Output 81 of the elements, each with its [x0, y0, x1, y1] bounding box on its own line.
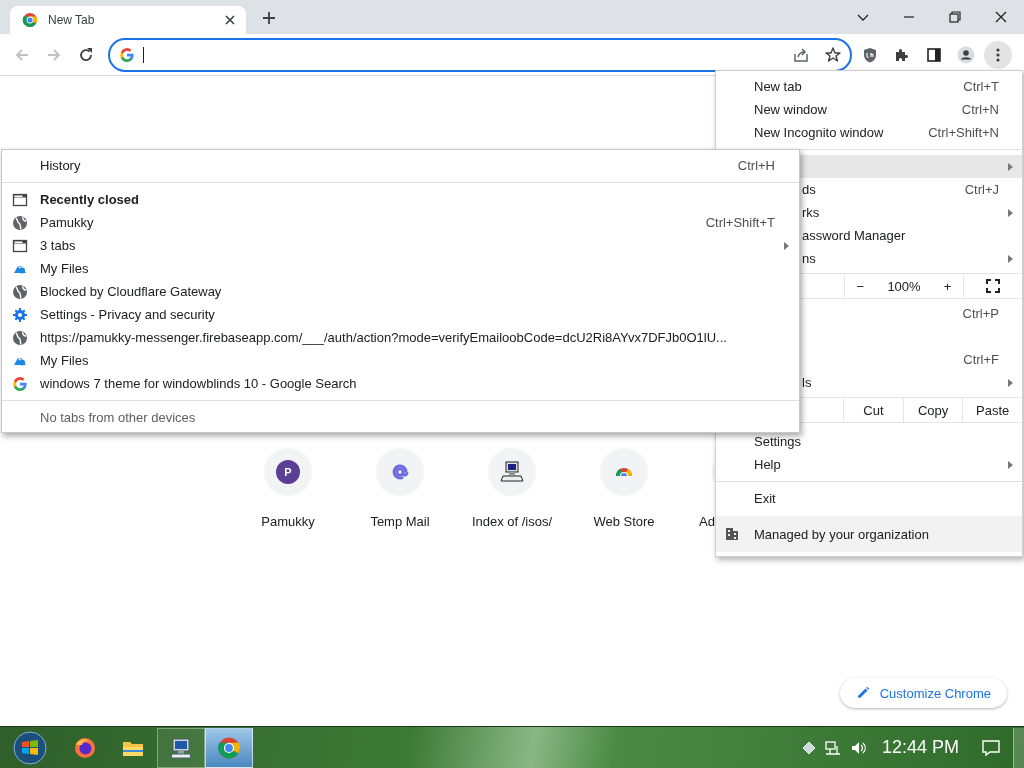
show-desktop-button[interactable]	[1013, 727, 1024, 768]
shortcut-title[interactable]: Temp Mail	[370, 514, 430, 529]
firefox-icon	[73, 735, 97, 760]
zoom-level: 100%	[886, 278, 922, 294]
shortcut-title[interactable]: Index of /isos/	[471, 514, 553, 529]
shortcut-title[interactable]: Ad	[699, 514, 715, 529]
history-entry[interactable]: Blocked by Cloudflare Gateway	[2, 280, 799, 303]
menu-item-label[interactable]: History	[40, 158, 81, 173]
menu-icon	[996, 47, 1000, 62]
paste-button[interactable]: Paste	[962, 398, 1022, 422]
menu-item-label[interactable]: New Incognito window	[754, 125, 884, 140]
history-entry[interactable]: https://pamukky-messenger.firebaseapp.com/___/auth/action?mode=verifyEmailoobCode=dcU2Ri8AYvx7DFJb0O1lU...	[2, 326, 799, 349]
gear-icon	[12, 306, 28, 323]
taskbar-button[interactable]	[205, 727, 253, 768]
zoom-in-button[interactable]: +	[939, 278, 956, 294]
shortcut-text: Ctrl+P	[962, 306, 999, 321]
network-icon[interactable]	[823, 739, 842, 756]
diamond-icon[interactable]	[801, 740, 816, 755]
star-icon[interactable]	[824, 45, 842, 64]
menu-item-label[interactable]: New window	[754, 102, 827, 117]
globe-icon	[12, 214, 28, 231]
menu-item-label[interactable]: ns	[802, 251, 816, 266]
close-icon[interactable]	[993, 9, 1009, 25]
share-icon[interactable]	[792, 45, 810, 64]
shortcut-text: Ctrl+T	[963, 79, 999, 94]
window-icon	[12, 237, 28, 254]
history-entry[interactable]: My Files	[2, 349, 799, 372]
chrome-icon	[22, 12, 38, 28]
zoom-out-button[interactable]: −	[852, 278, 869, 294]
shortcut-text: Ctrl+F	[963, 352, 999, 367]
chrome-icon	[217, 735, 241, 760]
shield-icon[interactable]	[861, 45, 879, 64]
shortcut-text: Ctrl+Shift+T	[705, 215, 775, 230]
menu-item-label[interactable]: assword Manager	[802, 228, 906, 243]
start-orb-icon[interactable]	[13, 730, 47, 765]
menu-item-label[interactable]: New tab	[754, 79, 802, 94]
history-entry[interactable]: windows 7 theme for windowblinds 10 - Google Search	[2, 372, 799, 395]
avatar-icon[interactable]	[957, 45, 975, 64]
building-icon	[725, 527, 739, 541]
shortcut-text: Ctrl+Shift+N	[928, 125, 999, 140]
menu-item-label[interactable]: rks	[802, 205, 820, 220]
section-heading: Recently closed	[40, 192, 139, 207]
shortcut-text: Ctrl+N	[961, 102, 999, 117]
empty-message: No tabs from other devices	[40, 410, 196, 425]
plus-icon[interactable]	[261, 10, 277, 26]
computer-icon	[169, 735, 193, 760]
google-icon	[119, 46, 135, 63]
menu-item-label[interactable]: Settings	[754, 434, 801, 449]
browser-tab[interactable]: New Tab	[10, 6, 246, 34]
menu-item-label[interactable]: ds	[802, 182, 816, 197]
customize-button[interactable]: Customize Chrome	[839, 678, 1007, 708]
window-icon	[12, 191, 28, 208]
notification-icon[interactable]	[981, 738, 1001, 757]
history-entry[interactable]: My Files	[2, 257, 799, 280]
shortcut-title[interactable]: Web Store	[593, 514, 655, 529]
text-cursor	[143, 46, 144, 63]
shortcut-title[interactable]: Pamukky	[261, 514, 315, 529]
globe-icon	[12, 283, 28, 300]
side-panel-icon[interactable]	[925, 45, 943, 64]
shortcut-text: Ctrl+H	[737, 158, 775, 173]
google-icon	[12, 375, 28, 392]
history-entry[interactable]: Settings - Privacy and security	[2, 303, 799, 326]
reload-icon[interactable]	[77, 45, 95, 64]
shortcut-text: Ctrl+J	[964, 182, 999, 197]
menu-item-label[interactable]: Help	[754, 457, 781, 472]
menu-item-label[interactable]: ls	[802, 375, 812, 390]
pencil-icon	[855, 686, 870, 700]
clock-time[interactable]: 12:44 PM	[881, 737, 959, 758]
restore-icon[interactable]	[947, 9, 963, 25]
taskbar-button[interactable]	[157, 727, 205, 768]
history-entry[interactable]: Pamukky Ctrl+Shift+T	[2, 211, 799, 234]
managed-banner[interactable]: Managed by your organization	[716, 516, 1022, 552]
computer-icon	[499, 459, 525, 485]
cut-button[interactable]: Cut	[843, 398, 903, 422]
menu-button[interactable]	[984, 40, 1012, 69]
history-entry[interactable]: 3 tabs	[2, 234, 799, 257]
copy-button[interactable]: Copy	[902, 398, 963, 422]
letter-icon: P	[276, 460, 300, 484]
menu-item-label[interactable]: Exit	[754, 491, 776, 506]
globe-icon	[12, 329, 28, 346]
fullscreen-icon[interactable]	[986, 279, 1000, 293]
